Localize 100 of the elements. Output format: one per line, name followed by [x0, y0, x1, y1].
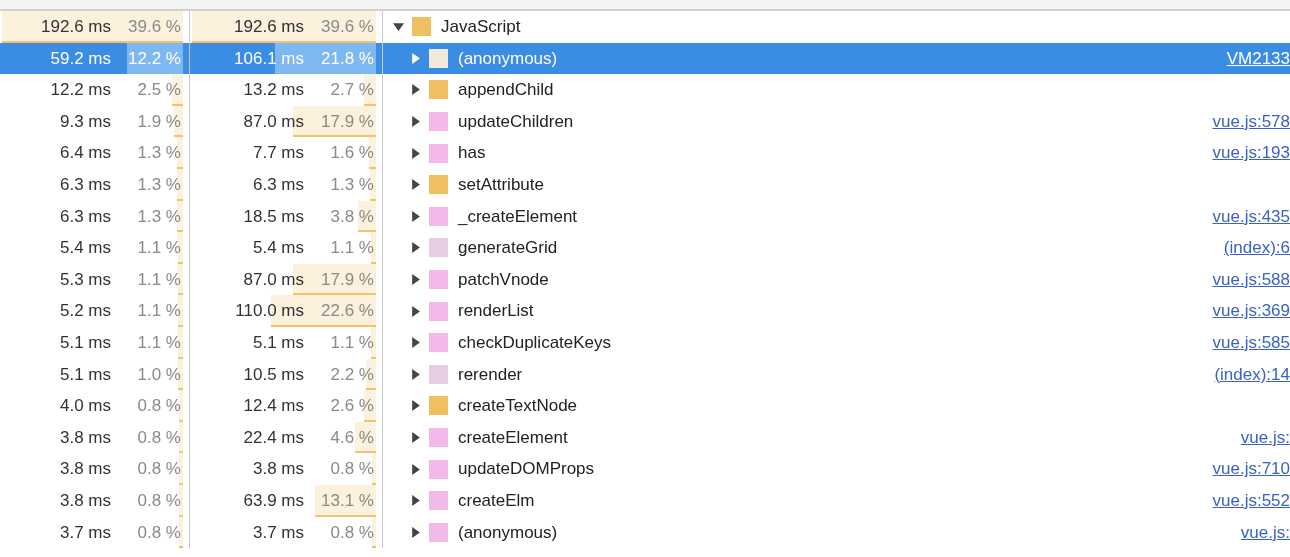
source-link[interactable]: vue.js:: [1240, 424, 1290, 451]
percent-value: 3.8 %: [329, 205, 374, 228]
source-link[interactable]: (index):6: [1223, 235, 1290, 261]
time-value: 18.5 ms: [243, 205, 304, 228]
source-link[interactable]: vue.js:369: [1212, 298, 1290, 324]
disclosure-triangle-icon[interactable]: [410, 368, 421, 380]
percent-value: 2.2 %: [329, 363, 374, 386]
time-value: 7.7 ms: [252, 142, 304, 165]
disclosure-triangle-icon[interactable]: [410, 179, 421, 191]
percent-value: 1.3 %: [136, 142, 181, 165]
percent-value: 17.9 %: [320, 110, 374, 133]
source-link[interactable]: vue.js:552: [1212, 487, 1290, 514]
percent-value: 1.1 %: [136, 237, 181, 260]
percent-value: 39.6 %: [127, 16, 181, 39]
percent-value: 1.3 %: [136, 205, 181, 228]
percent-value: 1.3 %: [136, 174, 181, 196]
function-name: (anonymous): [458, 47, 558, 70]
function-name: patchVnode: [458, 268, 549, 291]
source-link[interactable]: (index):14: [1214, 361, 1290, 388]
time-value: 3.7 ms: [252, 521, 304, 544]
time-value: 87.0 ms: [243, 110, 304, 133]
time-value: 22.4 ms: [243, 426, 304, 449]
time-value: 192.6 ms: [234, 16, 304, 39]
time-value: 3.8 ms: [252, 458, 304, 481]
percent-value: 22.6 %: [320, 300, 374, 323]
percent-value: 0.8 %: [136, 395, 181, 418]
percent-value: 0.8 %: [136, 521, 181, 544]
percent-value: 39.6 %: [320, 16, 374, 39]
time-value: 63.9 ms: [243, 489, 304, 512]
source-link[interactable]: vue.js:710: [1212, 456, 1290, 482]
time-value: 5.1 ms: [59, 332, 111, 354]
time-value: 12.2 ms: [50, 79, 111, 102]
function-name: updateDOMProps: [458, 458, 595, 481]
percent-value: 1.9 %: [136, 110, 181, 133]
function-name: createElm: [458, 489, 535, 512]
time-value: 5.4 ms: [252, 237, 304, 260]
time-value: 5.2 ms: [59, 300, 111, 323]
time-value: 6.4 ms: [59, 142, 111, 165]
time-value: 3.8 ms: [59, 458, 111, 481]
time-value: 59.2 ms: [50, 47, 111, 70]
percent-value: 1.3 %: [329, 174, 374, 196]
time-value: 110.0 ms: [235, 300, 304, 323]
time-value: 6.3 ms: [59, 174, 111, 196]
percent-value: 1.1 %: [136, 332, 181, 354]
time-value: 3.7 ms: [59, 521, 111, 544]
function-name: _createElement: [458, 205, 578, 228]
function-name: (anonymous): [458, 521, 558, 544]
time-value: 5.3 ms: [59, 268, 111, 291]
time-value: 5.1 ms: [252, 332, 304, 354]
percent-value: 1.1 %: [136, 300, 181, 323]
time-value: 5.1 ms: [59, 363, 111, 386]
disclosure-triangle-icon[interactable]: [410, 147, 421, 159]
percent-value: 4.6 %: [329, 426, 374, 449]
time-value: 9.3 ms: [59, 110, 111, 133]
function-name: rerender: [458, 363, 523, 386]
percent-value: 0.8 %: [136, 489, 181, 512]
disclosure-triangle-icon[interactable]: [410, 526, 421, 538]
source-link[interactable]: vue.js:435: [1212, 203, 1290, 230]
time-value: 6.3 ms: [59, 205, 111, 228]
source-link[interactable]: vue.js:585: [1212, 330, 1290, 356]
disclosure-triangle-icon[interactable]: [410, 305, 421, 317]
percent-value: 1.0 %: [136, 363, 181, 386]
function-name: createTextNode: [458, 395, 578, 418]
disclosure-triangle-icon[interactable]: [393, 21, 404, 33]
percent-value: 1.6 %: [329, 142, 374, 165]
function-name: JavaScript: [441, 16, 521, 39]
disclosure-triangle-icon[interactable]: [410, 495, 421, 507]
disclosure-triangle-icon[interactable]: [410, 432, 421, 443]
percent-value: 17.9 %: [320, 268, 374, 291]
time-value: 192.6 ms: [41, 16, 111, 39]
percent-value: 0.8 %: [329, 521, 374, 544]
percent-value: 0.8 %: [136, 458, 181, 481]
source-link[interactable]: vue.js:578: [1212, 108, 1290, 135]
time-value: 13.2 ms: [243, 79, 304, 102]
percent-value: 13.1 %: [320, 489, 374, 512]
function-name: checkDuplicateKeys: [458, 332, 612, 354]
disclosure-triangle-icon[interactable]: [410, 242, 421, 254]
source-link[interactable]: vue.js:193: [1212, 140, 1290, 166]
percent-value: 21.8 %: [320, 47, 374, 70]
time-value: 106.1 ms: [234, 47, 304, 70]
source-link[interactable]: vue.js:: [1240, 519, 1290, 546]
disclosure-triangle-icon[interactable]: [410, 84, 421, 96]
percent-value: 12.2 %: [127, 47, 181, 70]
disclosure-triangle-icon[interactable]: [410, 116, 421, 128]
function-name: updateChildren: [458, 110, 574, 133]
time-value: 10.5 ms: [243, 363, 304, 386]
time-value: 6.3 ms: [252, 174, 304, 196]
disclosure-triangle-icon[interactable]: [410, 274, 421, 286]
percent-value: 1.1 %: [329, 332, 374, 354]
time-value: 87.0 ms: [243, 268, 304, 291]
disclosure-triangle-icon[interactable]: [410, 337, 421, 349]
time-value: 12.4 ms: [243, 395, 304, 418]
time-value: 4.0 ms: [59, 395, 111, 418]
disclosure-triangle-icon[interactable]: [410, 463, 421, 475]
disclosure-triangle-icon[interactable]: [410, 400, 421, 412]
time-value: 5.4 ms: [59, 237, 111, 260]
percent-value: 0.8 %: [329, 458, 374, 481]
source-link[interactable]: vue.js:588: [1212, 266, 1290, 293]
disclosure-triangle-icon[interactable]: [410, 210, 421, 222]
percent-value: 1.1 %: [136, 268, 181, 291]
